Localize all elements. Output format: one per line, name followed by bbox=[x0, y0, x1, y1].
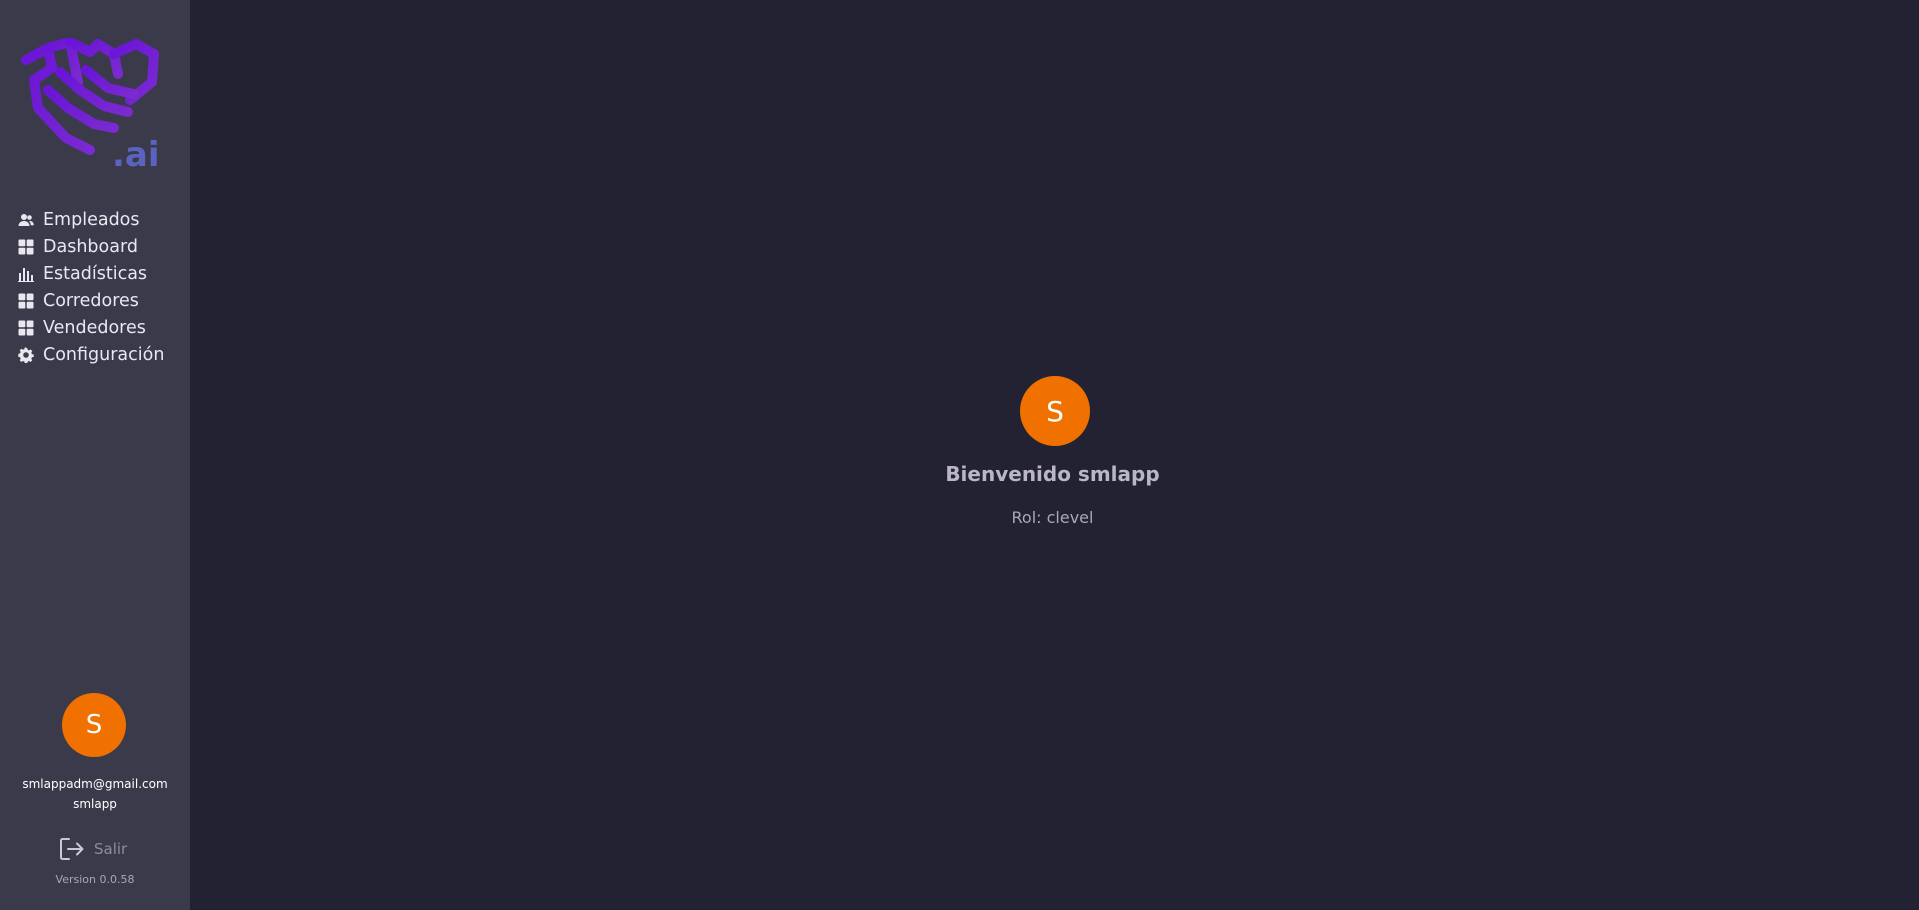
sidebar-item-label: Configuración bbox=[43, 344, 165, 365]
user-name: smlapp bbox=[73, 797, 117, 811]
sidebar-item-label: Dashboard bbox=[43, 236, 138, 257]
welcome-heading: Bienvenido smlapp bbox=[945, 462, 1160, 486]
grid-icon bbox=[17, 319, 35, 337]
app-version: Version 0.0.58 bbox=[55, 873, 135, 886]
sidebar-item-label: Vendedores bbox=[43, 317, 146, 338]
people-icon bbox=[17, 211, 35, 229]
sidebar-item-empleados[interactable]: Empleados bbox=[17, 206, 164, 233]
user-email: smlappadm@gmail.com bbox=[22, 777, 168, 791]
sidebar-item-label: Empleados bbox=[43, 209, 140, 230]
bar-chart-icon bbox=[17, 265, 35, 283]
app-root: .ai Empleados Dashboard Estadísticas Cor… bbox=[0, 0, 1919, 910]
sidebar: .ai Empleados Dashboard Estadísticas Cor… bbox=[0, 0, 190, 910]
sidebar-item-estadisticas[interactable]: Estadísticas bbox=[17, 260, 164, 287]
brand-logo[interactable]: .ai bbox=[18, 37, 168, 175]
sidebar-item-configuracion[interactable]: Configuración bbox=[17, 341, 164, 368]
logout-icon bbox=[60, 838, 84, 860]
sidebar-nav: Empleados Dashboard Estadísticas Corredo… bbox=[17, 206, 164, 368]
logout-button[interactable]: Salir bbox=[58, 836, 127, 862]
avatar: S bbox=[1020, 376, 1090, 446]
logout-label: Salir bbox=[94, 840, 128, 858]
sidebar-item-label: Corredores bbox=[43, 290, 139, 311]
logo-mark-icon: .ai bbox=[21, 37, 160, 175]
sidebar-item-label: Estadísticas bbox=[43, 263, 148, 284]
grid-icon bbox=[17, 292, 35, 310]
avatar[interactable]: S bbox=[62, 693, 126, 757]
gear-icon bbox=[17, 346, 35, 364]
role-text: Rol: clevel bbox=[1011, 508, 1094, 527]
sidebar-item-vendedores[interactable]: Vendedores bbox=[17, 314, 164, 341]
main-content: S Bienvenido smlapp Rol: clevel bbox=[190, 0, 1919, 910]
sidebar-item-corredores[interactable]: Corredores bbox=[17, 287, 164, 314]
logo-text: .ai bbox=[112, 135, 160, 172]
sidebar-item-dashboard[interactable]: Dashboard bbox=[17, 233, 164, 260]
grid-icon bbox=[17, 238, 35, 256]
